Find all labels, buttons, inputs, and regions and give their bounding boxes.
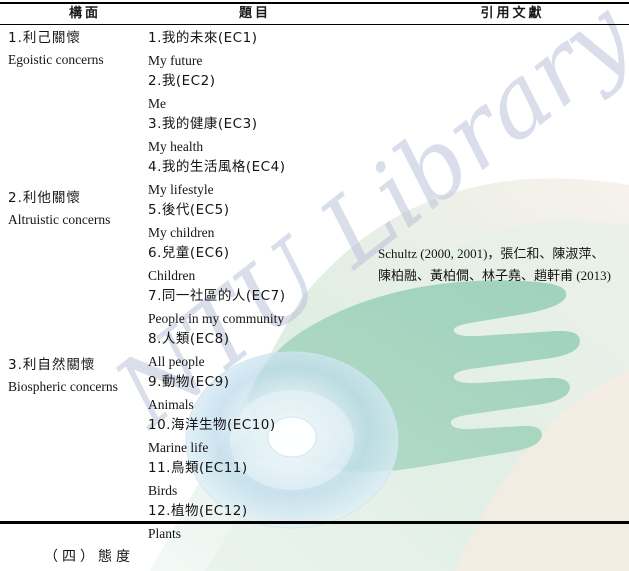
reference-line: Schultz (2000, 2001)，張仁和、陳淑萍、 <box>378 246 605 261</box>
thesis-table-page: 構面 題目 引用文獻 1.利己關懷 Egoistic concerns 2.利他… <box>0 0 629 571</box>
list-item: 2.我(EC2) <box>148 73 216 89</box>
dimension-label-en: Egoistic concerns <box>8 52 104 67</box>
dimension-label-en: Biospheric concerns <box>8 379 118 394</box>
list-item: Children <box>148 267 196 283</box>
list-item: 3.我的健康(EC3) <box>148 116 258 132</box>
list-item: My future <box>148 52 203 68</box>
list-item: My lifestyle <box>148 181 214 197</box>
dimension-label-zh: 2.利他關懷 <box>8 190 81 206</box>
column-header-item: 題目 <box>238 6 271 21</box>
table-row: 2.利他關懷 Altruistic concerns <box>8 188 158 230</box>
list-item: 4.我的生活風格(EC4) <box>148 159 286 175</box>
table-body: 1.利己關懷 Egoistic concerns 2.利他關懷 Altruist… <box>0 28 629 541</box>
table-header-rule <box>0 24 629 25</box>
item-column: 1.我的未來(EC1) My future 2.我(EC2) Me 3.我的健康… <box>148 28 378 544</box>
list-item: My health <box>148 138 204 154</box>
list-item: 6.兒童(EC6) <box>148 245 230 261</box>
list-item: 1.我的未來(EC1) <box>148 30 258 46</box>
list-item: 9.動物(EC9) <box>148 374 230 390</box>
list-item: 5.後代(EC5) <box>148 202 230 218</box>
list-item: Me <box>148 95 166 111</box>
dimension-label-zh: 1.利己關懷 <box>8 30 81 46</box>
table-row: 3.利自然關懷 Biospheric concerns <box>8 355 158 397</box>
table-header-row: 構面 題目 引用文獻 <box>0 4 629 24</box>
dimension-label-en: Altruistic concerns <box>8 212 111 227</box>
list-item: People in my community <box>148 310 285 326</box>
list-item: All people <box>148 353 205 369</box>
column-header-dimension: 構面 <box>68 6 101 21</box>
list-item: Birds <box>148 482 178 498</box>
list-item: 8.人類(EC8) <box>148 331 230 347</box>
list-item: 12.植物(EC12) <box>148 503 248 519</box>
list-item: 10.海洋生物(EC10) <box>148 417 276 433</box>
list-item: Marine life <box>148 439 209 455</box>
reference-line: 陳柏融、黃柏僩、林子堯、趙軒甫 (2013) <box>378 268 611 283</box>
column-header-references: 引用文獻 <box>480 6 545 21</box>
section-heading: （四）態度 <box>44 549 134 565</box>
list-item: Plants <box>148 525 182 541</box>
list-item: 11.鳥類(EC11) <box>148 460 248 476</box>
list-item: My children <box>148 224 215 240</box>
list-item: Animals <box>148 396 194 412</box>
list-item: 7.同一社區的人(EC7) <box>148 288 286 304</box>
table-row: 1.利己關懷 Egoistic concerns <box>8 28 158 70</box>
dimension-label-zh: 3.利自然關懷 <box>8 357 96 373</box>
reference-citation: Schultz (2000, 2001)，張仁和、陳淑萍、 陳柏融、黃柏僩、林子… <box>378 243 626 287</box>
